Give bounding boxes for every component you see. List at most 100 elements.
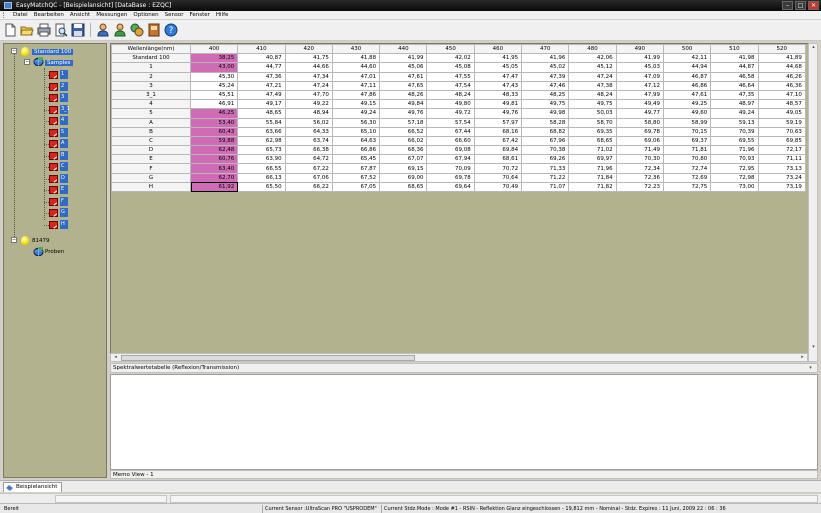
table-cell[interactable]: 64,33: [284, 126, 333, 137]
table-cell[interactable]: 47,43: [473, 80, 523, 91]
table-cell[interactable]: 59,88: [189, 135, 239, 147]
table-cell[interactable]: 71,22: [521, 172, 570, 183]
vertical-scrollbar[interactable]: ▴ ▾: [808, 43, 818, 362]
table-cell[interactable]: 49,75: [568, 99, 617, 110]
table-cell[interactable]: 58,99: [662, 117, 712, 128]
panel-menu-icon[interactable]: ▾: [806, 365, 815, 372]
table-cell[interactable]: 72,34: [615, 163, 664, 174]
open-folder-icon[interactable]: [20, 23, 34, 37]
table-cell[interactable]: 71,96: [568, 163, 617, 174]
table-cell[interactable]: 69,08: [426, 145, 475, 156]
table-cell[interactable]: 62,48: [189, 145, 239, 156]
table-cell[interactable]: 47,65: [379, 80, 428, 91]
row-header[interactable]: A: [111, 117, 191, 128]
row-header[interactable]: 1: [111, 62, 191, 73]
table-cell[interactable]: 53,40: [189, 117, 239, 128]
row-header[interactable]: H: [111, 181, 191, 193]
table-cell[interactable]: 49,05: [757, 108, 806, 119]
table-cell[interactable]: 47,46: [521, 80, 570, 91]
table-cell[interactable]: 67,22: [284, 163, 333, 174]
sample-user-icon[interactable]: [113, 23, 127, 37]
table-cell[interactable]: 40,87: [237, 53, 286, 64]
row-header[interactable]: G: [111, 172, 191, 183]
column-header[interactable]: 490: [615, 44, 664, 55]
tree-node-sample[interactable]: A: [49, 139, 71, 148]
tree-expander-standard[interactable]: −: [11, 48, 17, 54]
table-cell[interactable]: 63,90: [237, 154, 286, 165]
table-cell[interactable]: 64,63: [331, 135, 381, 147]
print-preview-icon[interactable]: [54, 23, 68, 37]
menu-sensor[interactable]: Sensor: [162, 12, 187, 18]
table-cell[interactable]: 41,75: [284, 53, 333, 64]
table-cell[interactable]: 65,50: [237, 181, 286, 193]
table-cell[interactable]: 45,24: [189, 80, 239, 91]
table-cell[interactable]: 42,02: [426, 53, 475, 64]
table-cell[interactable]: 41,98: [710, 53, 759, 64]
new-document-icon[interactable]: [3, 23, 17, 37]
table-cell[interactable]: 49,24: [710, 108, 759, 119]
table-cell[interactable]: 66,55: [237, 163, 286, 174]
table-cell[interactable]: 47,54: [426, 80, 475, 91]
table-row[interactable]: Standard 100 38,25 40,87 41,75 41,88 41,99 42,…: [111, 53, 806, 64]
table-cell[interactable]: 44,87: [710, 62, 759, 73]
table-cell[interactable]: 47,11: [331, 80, 381, 91]
tree-node-sample[interactable]: F: [49, 196, 71, 206]
table-cell[interactable]: 43,00: [189, 62, 239, 73]
table-cell[interactable]: 67,07: [379, 154, 428, 165]
table-cell[interactable]: 65,10: [331, 126, 381, 137]
save-icon[interactable]: [71, 23, 85, 37]
table-cell[interactable]: 69,78: [426, 172, 475, 183]
table-cell[interactable]: 44,77: [237, 62, 286, 73]
table-cell[interactable]: 57,54: [426, 117, 475, 128]
table-cell[interactable]: 41,99: [615, 53, 664, 64]
table-cell[interactable]: 50,03: [568, 108, 617, 119]
table-cell[interactable]: 45,03: [615, 62, 664, 73]
table-cell[interactable]: 72,23: [615, 181, 664, 193]
table-cell[interactable]: 67,96: [521, 135, 570, 147]
table-cell[interactable]: 48,24: [426, 89, 475, 101]
menu-fenster[interactable]: Fenster: [187, 12, 213, 18]
table-cell[interactable]: 49,76: [473, 108, 523, 119]
table-cell[interactable]: 69,35: [568, 126, 617, 137]
table-cell[interactable]: 70,93: [710, 154, 759, 165]
table-cell[interactable]: 48,24: [568, 89, 617, 101]
table-cell[interactable]: 69,15: [379, 163, 428, 174]
tree-expander-81479[interactable]: −: [11, 237, 17, 243]
table-cell[interactable]: 72,75: [662, 181, 712, 193]
table-cell[interactable]: 44,68: [757, 62, 806, 73]
table-cell[interactable]: 47,99: [615, 89, 664, 101]
table-cell[interactable]: 67,94: [426, 154, 475, 165]
table-cell[interactable]: 71,49: [615, 145, 664, 156]
table-cell[interactable]: 63,40: [189, 163, 239, 174]
tree-node-proben[interactable]: Proben: [45, 247, 64, 257]
table-cell[interactable]: 67,87: [331, 163, 381, 174]
table-cell[interactable]: 47,21: [237, 80, 286, 91]
table-cell[interactable]: 42,11: [662, 53, 712, 64]
column-header[interactable]: 420: [284, 44, 333, 55]
maximize-button[interactable]: □: [795, 1, 806, 10]
table-cell[interactable]: 70,80: [662, 154, 712, 165]
column-header[interactable]: 500: [662, 44, 712, 55]
table-cell[interactable]: 41,99: [379, 53, 428, 64]
scroll-left-icon[interactable]: ◂: [111, 354, 120, 361]
table-row[interactable]: 3_1 45,51 47,49 47,70 47,86 48,26 48,24 48,33 48…: [111, 89, 806, 101]
row-header[interactable]: 2: [111, 71, 191, 82]
table-cell[interactable]: 71,11: [757, 154, 806, 165]
table-cell[interactable]: 71,33: [521, 163, 570, 174]
spectral-data-table[interactable]: Wellenlänge(nm) 400 410 420 430 440 450 460 470 4…: [111, 44, 806, 193]
table-cell[interactable]: 41,89: [757, 53, 806, 64]
table-cell[interactable]: 71,02: [568, 145, 617, 156]
table-cell[interactable]: 47,39: [521, 71, 570, 82]
tree-node-sample[interactable]: 3_1: [49, 104, 71, 114]
spectral-panel[interactable]: [110, 374, 818, 470]
table-cell[interactable]: 46,25: [189, 108, 239, 119]
table-cell[interactable]: 45,51: [189, 89, 239, 101]
table-cell[interactable]: 61,92: [189, 181, 239, 193]
table-cell[interactable]: 66,86: [331, 145, 381, 156]
table-cell[interactable]: 69,78: [615, 126, 664, 137]
table-cell[interactable]: 68,65: [568, 135, 617, 147]
scroll-right-icon[interactable]: ▸: [798, 354, 807, 361]
table-cell[interactable]: 70,30: [615, 154, 664, 165]
table-cell[interactable]: 47,61: [379, 71, 428, 82]
table-cell[interactable]: 45,05: [473, 62, 523, 73]
